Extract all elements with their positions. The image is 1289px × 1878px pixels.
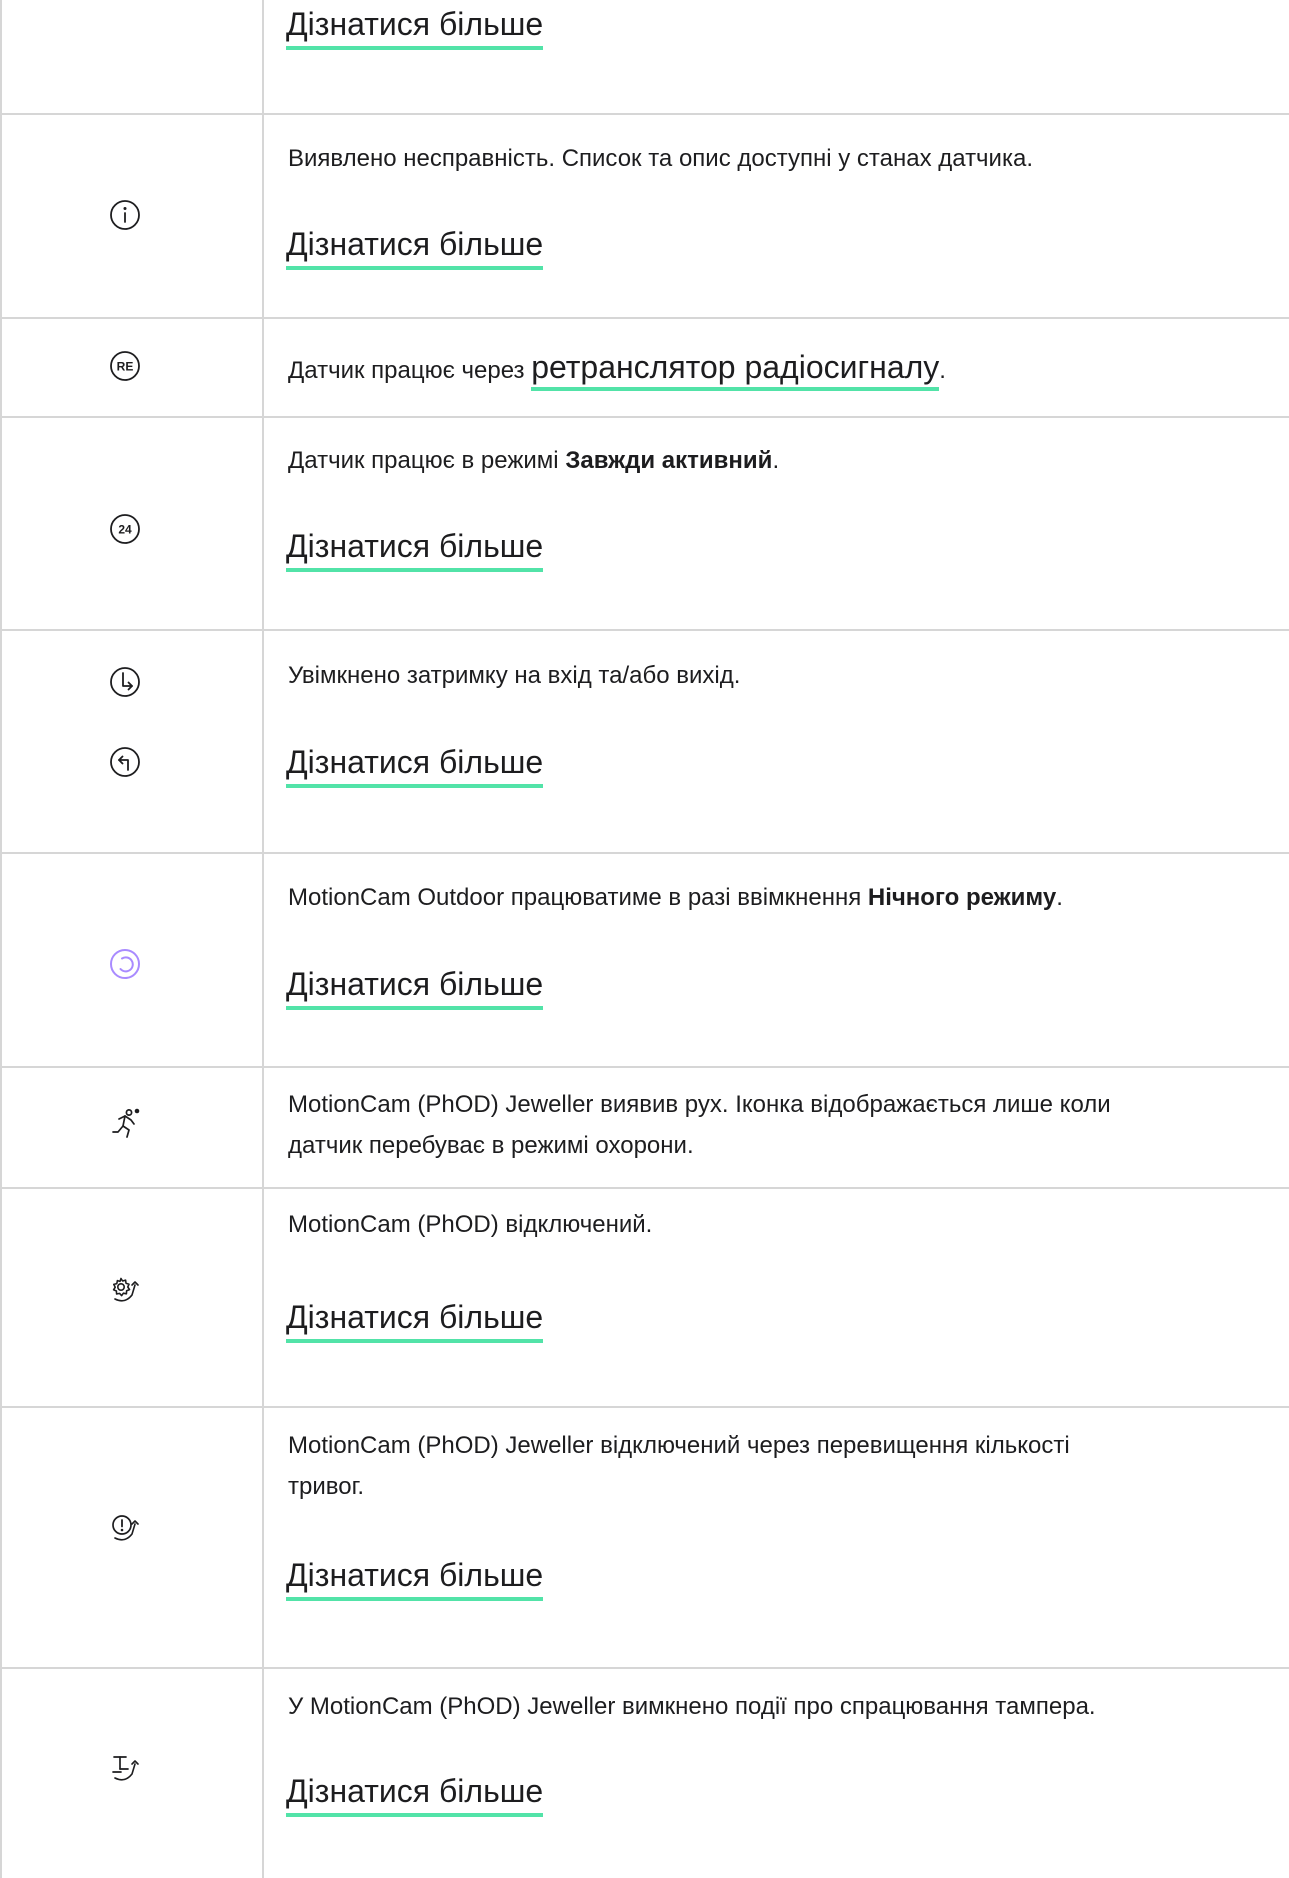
icon-cell	[2, 631, 264, 852]
table-row: MotionCam (PhOD) відключений. Дізнатися …	[2, 1189, 1289, 1408]
learn-more-link[interactable]: Дізнатися більше	[286, 1297, 544, 1343]
learn-more-link[interactable]: Дізнатися більше	[286, 742, 544, 788]
row-description: MotionCam (PhOD) Jeweller відключений че…	[288, 1425, 1289, 1507]
tamper-disabled-icon	[112, 1756, 139, 1781]
icon-cell	[2, 115, 264, 317]
row-text-line1: MotionCam (PhOD) Jeweller відключений че…	[288, 1432, 1070, 1459]
row-text-end: .	[939, 357, 946, 384]
row-description: У MotionCam (PhOD) Jeweller вимкнено под…	[288, 1693, 1096, 1720]
learn-more-link[interactable]: Дізнатися більше	[286, 224, 544, 270]
learn-more-link[interactable]: Дізнатися більше	[286, 526, 544, 572]
icon-cell	[2, 1669, 264, 1878]
table-row: MotionCam (PhOD) Jeweller виявив рух. Ік…	[2, 1068, 1289, 1189]
icon-cell: RE	[2, 319, 264, 416]
24-icon-label: 24	[118, 523, 132, 537]
icon-cell	[2, 854, 264, 1066]
icon-cell	[2, 1068, 264, 1187]
learn-more-link[interactable]: Дізнатися більше	[286, 964, 544, 1010]
table-row: MotionCam (PhOD) Jeweller відключений че…	[2, 1408, 1289, 1669]
icon-cell	[2, 1408, 264, 1667]
icon-cell	[2, 1189, 264, 1406]
row-text-end: .	[772, 447, 780, 474]
row-description: MotionCam (PhOD) відключений.	[288, 1211, 653, 1238]
row-text-end: .	[1056, 884, 1063, 911]
info-icon	[110, 200, 140, 230]
row-text-line2: тривог.	[288, 1473, 365, 1500]
learn-more-link[interactable]: Дізнатися більше	[286, 4, 544, 50]
row-text-bold: Нічного режиму	[867, 884, 1057, 911]
alarm-limit-disabled-icon	[112, 1515, 139, 1541]
row-description: Датчик працює через ретранслятор радіоси…	[288, 347, 1289, 391]
row-text-bold: Завжди активний	[565, 447, 773, 474]
re-icon-label: RE	[117, 360, 134, 374]
row-description: Виявлено несправність. Список та опис до…	[288, 145, 1034, 172]
24-icon: 24	[110, 514, 140, 544]
table-row: У MotionCam (PhOD) Jeweller вимкнено под…	[2, 1669, 1289, 1878]
night-mode-icon	[110, 949, 140, 979]
re-icon: RE	[110, 351, 140, 381]
learn-more-link[interactable]: Дізнатися більше	[286, 1555, 544, 1601]
row-text-line1: MotionCam (PhOD) Jeweller виявив рух. Ік…	[288, 1091, 1111, 1118]
row-description: MotionCam (PhOD) Jeweller виявив рух. Ік…	[288, 1084, 1289, 1166]
icon-cell	[2, 0, 264, 113]
learn-more-link[interactable]: Дізнатися більше	[286, 1771, 544, 1817]
row-description: Увімкнено затримку на вхід та/або вихід.	[288, 662, 741, 689]
row-text: Датчик працює через	[288, 357, 525, 384]
table-row: RE Датчик працює через ретранслятор раді…	[2, 319, 1289, 418]
row-description: Датчик працює в режимі Завжди активний.	[288, 440, 1289, 481]
motion-detected-icon	[112, 1108, 140, 1138]
icons-table: Дізнатися більше Виявлено несправність. …	[0, 0, 1289, 1878]
table-row: MotionCam Outdoor працюватиме в разі вві…	[2, 854, 1289, 1068]
icon-cell: 24	[2, 418, 264, 629]
table-row: 24 Датчик працює в режимі Завжди активни…	[2, 418, 1289, 631]
exit-delay-icon	[110, 747, 140, 777]
table-row: Виявлено несправність. Список та опис до…	[2, 115, 1289, 319]
device-disabled-icon	[112, 1277, 139, 1302]
table-row: Увімкнено затримку на вхід та/або вихід.…	[2, 631, 1289, 854]
entry-delay-icon	[110, 667, 140, 697]
repeater-link[interactable]: ретранслятор радіосигналу	[531, 349, 940, 391]
row-text-line2: датчик перебуває в режимі охорони.	[288, 1132, 694, 1159]
table-row: Дізнатися більше	[2, 0, 1289, 115]
row-text: MotionCam Outdoor працюватиме в разі вві…	[288, 884, 862, 911]
row-description: MotionCam Outdoor працюватиме в разі вві…	[288, 877, 1289, 918]
row-text: Датчик працює в режимі	[288, 447, 559, 474]
